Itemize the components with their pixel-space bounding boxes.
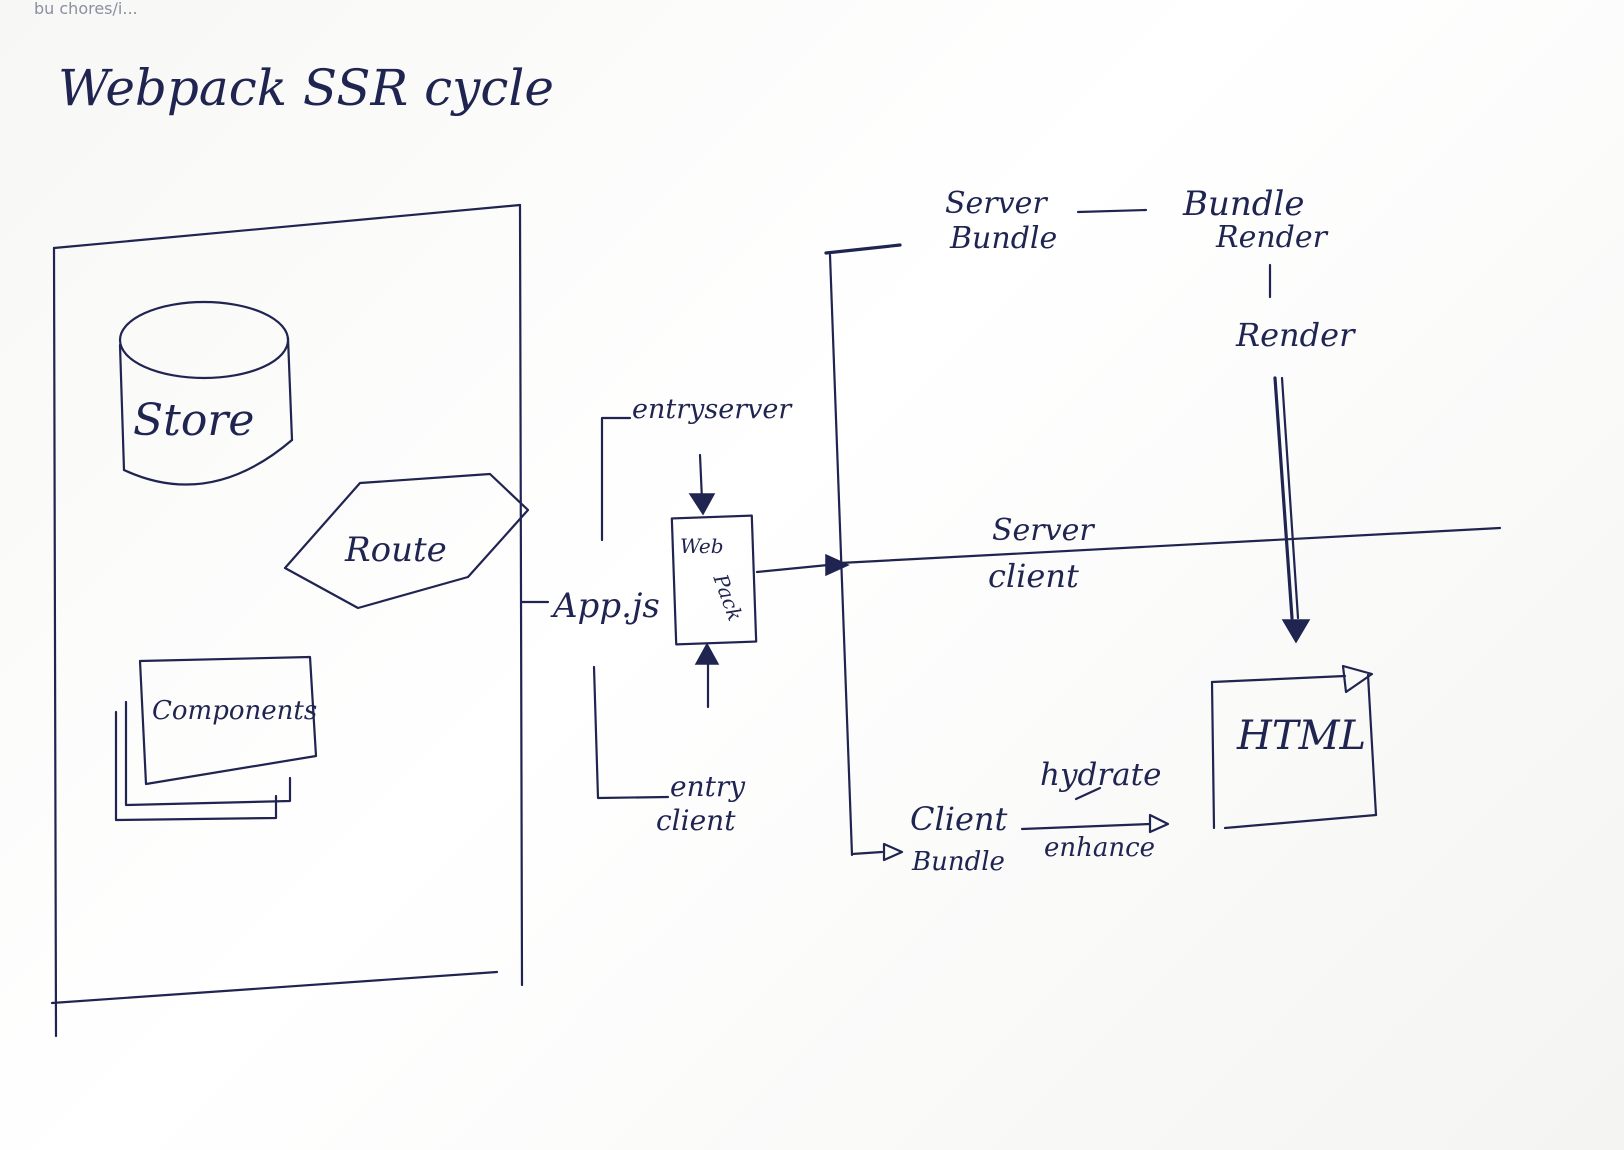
render-label: Render (1235, 316, 1356, 354)
divider-client-label: client (988, 557, 1079, 595)
diagram-canvas: bu chores/i... Webpack SSR cycle Store R… (34, 0, 1502, 1038)
arrowhead-down-icon (688, 493, 716, 516)
arrow-webpack-output (755, 563, 830, 574)
store-cylinder (118, 300, 294, 486)
components-label: Components (152, 696, 317, 726)
entry-server-bracket (600, 416, 632, 542)
arrowhead-client-bundle-icon (882, 842, 904, 862)
arrowhead-enhance-icon (1148, 813, 1170, 834)
enhance-label: enhance (1044, 833, 1155, 863)
html-label: HTML (1236, 713, 1366, 759)
bundle-render-label-1: Bundle (1182, 184, 1305, 224)
route-label: Route (344, 530, 447, 570)
arrowhead-html-icon (1281, 619, 1311, 644)
bundle-render-label-2: Render (1215, 220, 1329, 255)
server-client-divider (838, 526, 1502, 565)
server-bundle-label-1: Server (945, 186, 1048, 221)
entry-client-bracket (592, 665, 670, 800)
server-bundle-to-bundle-render (1076, 208, 1148, 214)
arrowhead-right-icon (825, 553, 850, 577)
diagram-title: Webpack SSR cycle (58, 59, 554, 117)
client-bundle-label-1: Client (910, 800, 1008, 838)
components-stack (114, 655, 318, 822)
hydrate-enhance-arrow (1020, 822, 1152, 831)
client-bundle-label-2: Bundle (911, 847, 1005, 877)
webpack-label-2: Pack (708, 570, 747, 624)
arrowhead-up-icon (694, 642, 720, 665)
server-bundle-label-2: Bundle (949, 221, 1057, 256)
appjs-label: App.js (550, 586, 660, 626)
entry-server-label: entryserver (632, 394, 793, 425)
entry-client-label-2: client (656, 804, 736, 837)
divider-server-label: Server (992, 513, 1095, 548)
entry-client-label-1: entry (670, 770, 746, 803)
branch-to-client-bundle (850, 850, 884, 856)
bundle-trunk-line (828, 253, 854, 857)
header-scrap: bu chores/i... (34, 0, 138, 18)
branch-to-server-bundle (824, 243, 902, 255)
webpack-label-1: Web (680, 534, 724, 558)
store-label: Store (133, 395, 254, 446)
